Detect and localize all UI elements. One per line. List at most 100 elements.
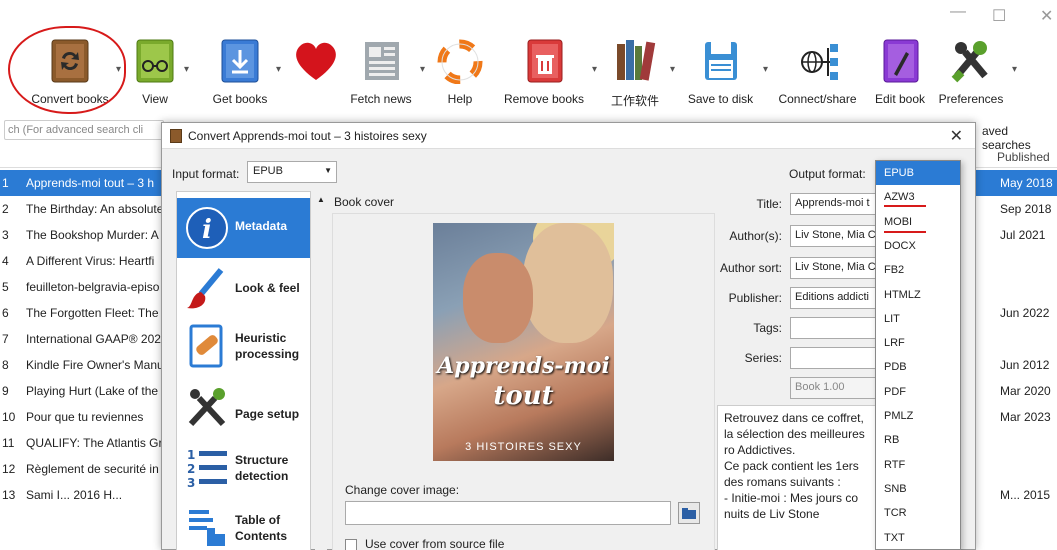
minimize-button[interactable]: — [950, 3, 966, 21]
series-index-input[interactable]: Book 1.00 [790, 377, 880, 399]
book-title: The Birthday: An absolute [26, 202, 164, 216]
format-option[interactable]: RTF [876, 453, 960, 477]
dialog-close-button[interactable]: ✕ [950, 126, 963, 146]
remove-books-button[interactable]: Remove books [500, 28, 588, 106]
connect-share-button[interactable]: Connect/share [775, 28, 860, 106]
lifebuoy-icon [436, 36, 484, 85]
view-button[interactable]: View [130, 28, 180, 106]
book-title: The Bookshop Murder: A [26, 228, 159, 242]
author-sort-label: Author sort: [719, 261, 782, 275]
cover-art [463, 253, 533, 343]
author-sort-input[interactable]: Liv Stone, Mia C [790, 257, 880, 279]
library-dropdown[interactable]: ▾ [670, 64, 675, 75]
help-button[interactable]: Help [436, 28, 484, 106]
publisher-input[interactable]: Editions addicti [790, 287, 880, 309]
format-option[interactable]: RB [876, 428, 960, 452]
use-cover-checkbox[interactable]: Use cover from source file [345, 537, 504, 550]
save-to-disk-dropdown[interactable]: ▾ [763, 64, 768, 75]
cover-title: Apprends-moi [437, 353, 610, 379]
section-metadata[interactable]: i Metadata [177, 198, 310, 258]
fetch-news-dropdown[interactable]: ▾ [420, 64, 425, 75]
format-option[interactable]: FB2 [876, 258, 960, 282]
format-option[interactable]: PMLZ [876, 404, 960, 428]
format-option[interactable]: TCR [876, 501, 960, 525]
section-heuristic[interactable]: Heuristic processing [177, 318, 310, 378]
format-option[interactable]: HTMLZ [876, 283, 960, 307]
fetch-news-button[interactable]: Fetch news [345, 28, 417, 106]
row-number: 8 [2, 358, 9, 372]
section-label: Look & feel [235, 281, 300, 295]
row-number: 9 [2, 384, 9, 398]
input-format-select[interactable]: EPUB ▼ [247, 161, 337, 183]
row-number: 3 [2, 228, 9, 242]
convert-books-dropdown[interactable]: ▾ [116, 64, 121, 75]
library-icon [611, 36, 659, 84]
published-column-header[interactable]: Published [997, 150, 1050, 164]
format-option[interactable]: SNB [876, 477, 960, 501]
row-number: 10 [2, 410, 16, 424]
chevron-down-icon: ▼ [324, 166, 332, 175]
maximize-button[interactable]: ☐ [992, 6, 1006, 26]
section-structure-detection[interactable]: 123 Structure detection [177, 438, 310, 498]
output-format-dropdown[interactable]: EPUB AZW3 MOBI DOCX FB2 HTMLZ LIT LRF PDB PDF PMLZ… [875, 160, 961, 550]
annotation-underline [884, 231, 926, 233]
input-format-value: EPUB [253, 165, 283, 177]
section-table-of-contents[interactable]: Table of Contents [177, 498, 310, 550]
search-input[interactable]: ch (For advanced search cli [4, 120, 164, 140]
row-number: 4 [2, 254, 9, 268]
tags-input[interactable] [790, 317, 880, 339]
cover-path-input[interactable] [345, 501, 671, 525]
series-input[interactable] [790, 347, 880, 369]
preferences-button[interactable]: Preferences [936, 28, 1006, 106]
get-books-button[interactable]: Get books [205, 28, 275, 106]
cover-art [523, 223, 613, 343]
change-cover-label: Change cover image: [345, 483, 460, 497]
preferences-label: Preferences [938, 92, 1004, 106]
sidebar-scrollbar[interactable]: ▲ [315, 191, 327, 550]
close-window-button[interactable]: ✕ [1040, 6, 1053, 26]
format-option[interactable]: MOBI [876, 210, 960, 234]
description-box[interactable]: Retrouvez dans ce coffret, la sélection … [717, 405, 882, 550]
get-books-dropdown[interactable]: ▾ [276, 64, 281, 75]
preferences-icon [947, 36, 995, 84]
connect-share-label: Connect/share [778, 92, 857, 106]
library-button[interactable]: 工作软件 [605, 28, 665, 108]
cover-title: tout [493, 381, 554, 411]
section-label: Heuristic processing [235, 331, 300, 361]
book-title: Pour que tu reviennes [26, 410, 144, 424]
book-published: Mar 2020 [1000, 384, 1051, 398]
dialog-title: Convert Apprends-moi tout – 3 histoires … [188, 129, 427, 143]
news-icon [357, 36, 405, 84]
section-page-setup[interactable]: Page setup [177, 378, 310, 438]
main-toolbar: Convert books ▾ View ▾ Get books ▾ Fetch… [0, 28, 1057, 110]
connect-share-icon [794, 36, 842, 84]
title-input[interactable]: Apprends-moi t [790, 193, 880, 215]
format-option[interactable]: EPUB [876, 161, 960, 185]
save-to-disk-button[interactable]: Save to disk [683, 28, 758, 106]
book-title: Sami I... 2016 H... [26, 488, 123, 502]
authors-input[interactable]: Liv Stone, Mia C [790, 225, 880, 247]
scroll-up-icon[interactable]: ▲ [317, 195, 325, 204]
format-option[interactable]: LIT [876, 307, 960, 331]
svg-text:2: 2 [187, 462, 195, 476]
edit-book-button[interactable]: Edit book [870, 28, 930, 106]
remove-books-dropdown[interactable]: ▾ [592, 64, 597, 75]
view-dropdown[interactable]: ▾ [184, 64, 189, 75]
book-title: Règlement de securité in [26, 462, 159, 476]
convert-books-label: Convert books [31, 92, 109, 106]
checkbox-box[interactable] [345, 538, 357, 550]
convert-books-button[interactable]: Convert books [20, 28, 120, 106]
format-option[interactable]: DOCX [876, 234, 960, 258]
format-option[interactable]: TXT [876, 526, 960, 550]
format-option[interactable]: PDB [876, 355, 960, 379]
view-label: View [142, 92, 168, 106]
format-option[interactable]: LRF [876, 331, 960, 355]
section-label: Metadata [235, 219, 288, 233]
preferences-dropdown[interactable]: ▾ [1012, 64, 1017, 75]
get-books-icon [216, 36, 264, 84]
section-look-feel[interactable]: Look & feel [177, 258, 310, 318]
browse-folder-button[interactable] [678, 502, 700, 524]
format-option[interactable]: PDF [876, 380, 960, 404]
svg-text:i: i [202, 215, 212, 245]
donate-heart-button[interactable] [290, 28, 342, 84]
